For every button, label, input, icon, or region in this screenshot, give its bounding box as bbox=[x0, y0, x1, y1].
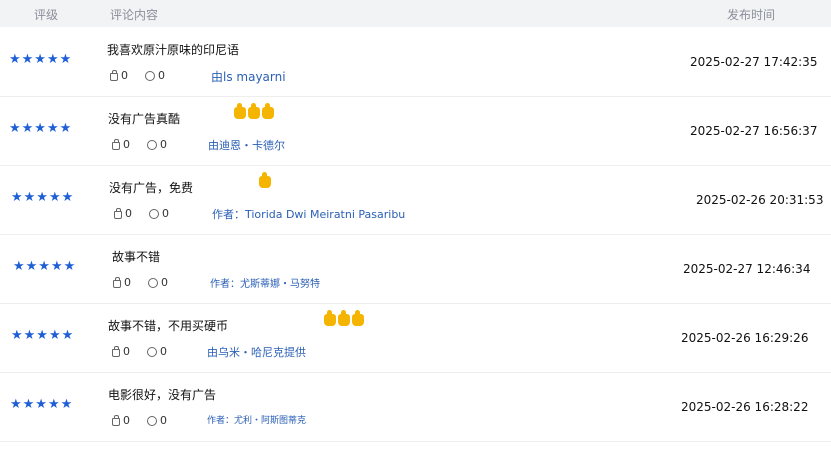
reply-button[interactable]: 0 bbox=[145, 69, 165, 82]
thumbs-up-icon bbox=[110, 69, 118, 81]
like-button[interactable]: 0 bbox=[112, 345, 130, 358]
like-button[interactable]: 0 bbox=[110, 69, 128, 82]
like-button[interactable]: 0 bbox=[112, 414, 130, 427]
like-button[interactable]: 0 bbox=[113, 276, 131, 289]
like-button[interactable]: 0 bbox=[114, 207, 132, 220]
like-count: 0 bbox=[123, 345, 130, 358]
review-comment: 电影很好，没有广告 bbox=[108, 388, 217, 402]
table-header: 评级 评论内容 发布时间 bbox=[0, 0, 831, 27]
reply-count: 0 bbox=[161, 276, 168, 289]
thumbs-up-emoji-icon bbox=[234, 103, 246, 119]
thumbs-up-icon bbox=[112, 345, 120, 357]
like-count: 0 bbox=[124, 276, 131, 289]
thumbs-up-emojis bbox=[234, 103, 274, 119]
reply-button[interactable]: 0 bbox=[148, 276, 168, 289]
reply-button[interactable]: 0 bbox=[147, 414, 167, 427]
review-comment: 没有广告，免费 bbox=[109, 181, 194, 195]
review-row: ★★★★★ 没有广告真酷 0 0 由迪恩・卡德尔 2025-02-27 16:5… bbox=[0, 97, 831, 166]
review-metrics: 0 0 bbox=[112, 414, 167, 427]
review-metrics: 0 0 bbox=[113, 276, 168, 289]
review-row: ★★★★★ 电影很好，没有广告 0 0 作者：尤利・阿斯图蒂克 2025-02-… bbox=[0, 373, 831, 442]
review-time: 2025-02-27 17:42:35 bbox=[690, 55, 818, 69]
review-time: 2025-02-26 16:28:22 bbox=[681, 400, 809, 414]
thumbs-up-icon bbox=[114, 207, 122, 219]
review-author[interactable]: 由ls mayarni bbox=[211, 68, 286, 85]
header-rating: 评级 bbox=[34, 8, 59, 22]
review-author[interactable]: 由乌米・哈尼克提供 bbox=[207, 344, 306, 360]
rating-stars: ★★★★★ bbox=[11, 328, 75, 343]
review-time: 2025-02-26 16:29:26 bbox=[681, 331, 809, 345]
comment-icon bbox=[147, 415, 157, 426]
review-time: 2025-02-27 12:46:34 bbox=[683, 262, 811, 276]
review-row: ★★★★★ 没有广告，免费 0 0 作者：Tiorida Dwi Meiratn… bbox=[0, 166, 831, 235]
rating-stars: ★★★★★ bbox=[10, 397, 74, 412]
review-row: ★★★★★ 故事不错，不用买硬币 0 0 由乌米・哈尼克提供 2025-02-2… bbox=[0, 304, 831, 373]
review-metrics: 0 0 bbox=[112, 138, 167, 151]
thumbs-up-emoji-icon bbox=[324, 310, 336, 326]
review-comment: 没有广告真酷 bbox=[108, 112, 181, 126]
comment-icon bbox=[145, 70, 155, 81]
reply-count: 0 bbox=[162, 207, 169, 220]
reply-button[interactable]: 0 bbox=[147, 138, 167, 151]
thumbs-up-emoji-icon bbox=[259, 172, 271, 188]
review-comment: 故事不错，不用买硬币 bbox=[108, 319, 229, 333]
rating-stars: ★★★★★ bbox=[11, 190, 75, 205]
review-metrics: 0 0 bbox=[114, 207, 169, 220]
review-author[interactable]: 作者：尤斯蒂娜・马努特 bbox=[210, 275, 320, 290]
comment-icon bbox=[148, 277, 158, 288]
thumbs-up-icon bbox=[112, 414, 120, 426]
reply-count: 0 bbox=[160, 414, 167, 427]
comment-icon bbox=[147, 346, 157, 357]
reply-count: 0 bbox=[158, 69, 165, 82]
review-time: 2025-02-26 20:31:53 bbox=[696, 193, 824, 207]
review-author[interactable]: 由迪恩・卡德尔 bbox=[208, 137, 285, 153]
review-row: ★★★★★ 我喜欢原汁原味的印尼语 0 0 由ls mayarni 2025-0… bbox=[0, 28, 831, 97]
reply-button[interactable]: 0 bbox=[147, 345, 167, 358]
review-metrics: 0 0 bbox=[110, 69, 165, 82]
thumbs-up-emojis bbox=[324, 310, 364, 326]
thumbs-up-emoji-icon bbox=[262, 103, 274, 119]
review-author[interactable]: 作者：尤利・阿斯图蒂克 bbox=[207, 413, 306, 426]
thumbs-up-icon bbox=[113, 276, 121, 288]
like-count: 0 bbox=[125, 207, 132, 220]
comment-icon bbox=[147, 139, 157, 150]
like-count: 0 bbox=[121, 69, 128, 82]
review-comment: 故事不错 bbox=[112, 250, 161, 264]
reply-count: 0 bbox=[160, 345, 167, 358]
review-row: ★★★★★ 故事不错 0 0 作者：尤斯蒂娜・马努特 2025-02-27 12… bbox=[0, 235, 831, 304]
thumbs-up-emojis bbox=[259, 172, 271, 188]
thumbs-up-icon bbox=[112, 138, 120, 150]
review-author[interactable]: 作者：Tiorida Dwi Meiratni Pasaribu bbox=[212, 206, 405, 222]
thumbs-up-emoji-icon bbox=[352, 310, 364, 326]
header-time: 发布时间 bbox=[727, 8, 776, 22]
rating-stars: ★★★★★ bbox=[13, 259, 77, 274]
review-metrics: 0 0 bbox=[112, 345, 167, 358]
rating-stars: ★★★★★ bbox=[9, 121, 73, 136]
thumbs-up-emoji-icon bbox=[248, 103, 260, 119]
review-time: 2025-02-27 16:56:37 bbox=[690, 124, 818, 138]
rating-stars: ★★★★★ bbox=[9, 52, 73, 67]
review-comment: 我喜欢原汁原味的印尼语 bbox=[107, 43, 240, 57]
comment-icon bbox=[149, 208, 159, 219]
header-content: 评论内容 bbox=[110, 8, 159, 22]
thumbs-up-emoji-icon bbox=[338, 310, 350, 326]
like-count: 0 bbox=[123, 138, 130, 151]
reply-count: 0 bbox=[160, 138, 167, 151]
like-button[interactable]: 0 bbox=[112, 138, 130, 151]
like-count: 0 bbox=[123, 414, 130, 427]
reply-button[interactable]: 0 bbox=[149, 207, 169, 220]
